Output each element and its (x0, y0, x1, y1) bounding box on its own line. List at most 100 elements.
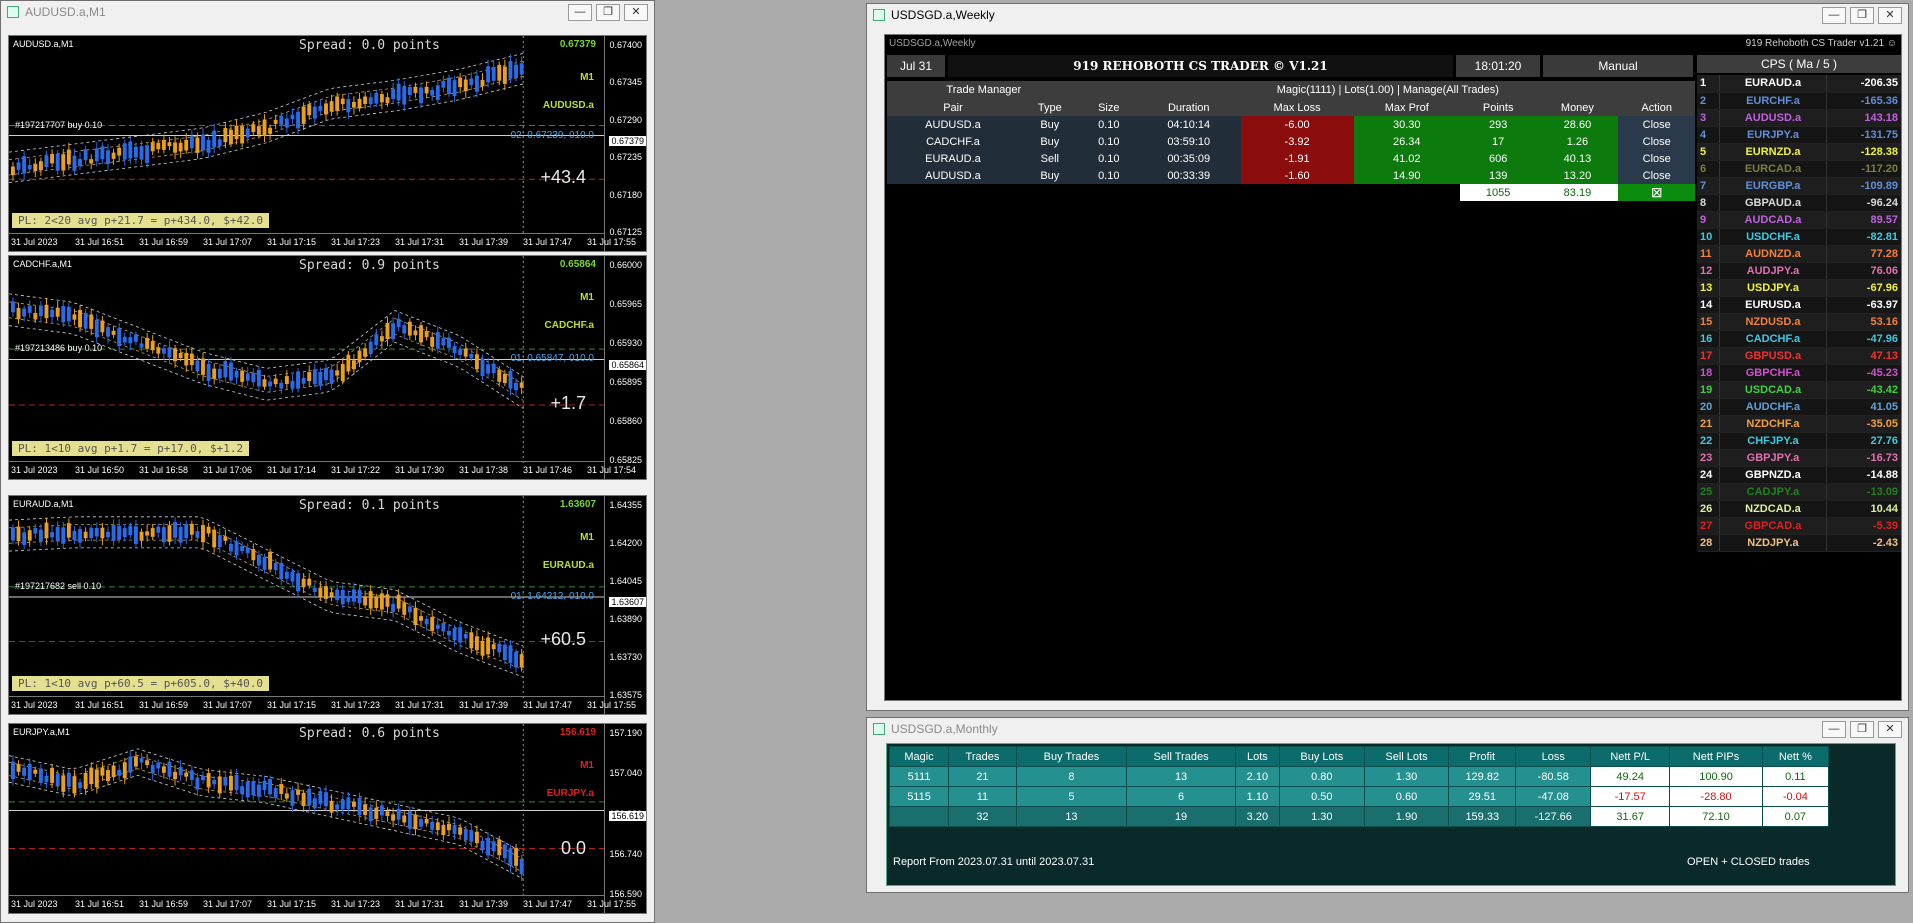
spread-label: Spread: 0.6 points (299, 726, 440, 741)
time-tick: 31 Jul 17:39 (459, 237, 509, 247)
candle-body (279, 115, 284, 125)
monthly-chart-canvas[interactable]: Magic Trades Buy Trades Sell Trades Lots Buy … (886, 743, 1896, 886)
candle-body (312, 106, 317, 119)
candle-body (441, 623, 446, 632)
price-chart[interactable]: AUDUSD.a,M1 Spread: 0.0 points 0.67379 M… (8, 35, 647, 252)
candle-body (385, 594, 390, 607)
candle-body (379, 94, 384, 103)
time-tick: 31 Jul 17:47 (523, 700, 573, 710)
candle-body (111, 330, 116, 335)
candle-body (396, 594, 401, 609)
candle-body (491, 841, 496, 852)
close-button[interactable]: ✕ (1878, 6, 1902, 24)
close-trade-button[interactable]: Close (1618, 167, 1695, 184)
monthly-cell: 19 (1126, 806, 1237, 827)
time-tick: 31 Jul 2023 (11, 465, 58, 475)
cps-value: -109.89 (1826, 177, 1901, 195)
candle-body (502, 644, 507, 661)
trade-cell: -3.92 (1240, 133, 1354, 150)
cps-rank: 25 (1697, 483, 1719, 501)
candle-body (396, 83, 401, 101)
cps-pair: GBPUSD.a (1718, 347, 1827, 365)
candle-body (212, 529, 217, 548)
maximize-button[interactable]: ❐ (596, 3, 620, 21)
minimize-button[interactable]: — (568, 3, 592, 21)
close-trade-button[interactable]: Close (1618, 133, 1695, 150)
candle-body (72, 314, 77, 320)
candle-body (161, 766, 166, 773)
candle-body (268, 551, 273, 570)
order-label: #197213486 buy 0.10 (15, 343, 103, 353)
candle-body (50, 532, 55, 538)
candle-body (307, 578, 312, 586)
current-price: 1.63607 (559, 499, 596, 510)
time-tick: 31 Jul 2023 (11, 237, 58, 247)
candle-body (189, 136, 194, 149)
candle-body (245, 547, 250, 554)
cps-rank: 8 (1697, 194, 1719, 212)
cps-row: 28 NZDJPY.a -2.43 (1697, 534, 1901, 552)
trade-cell: 14.90 (1353, 167, 1460, 184)
close-trade-button[interactable]: Close (1618, 116, 1695, 133)
candle-body (508, 61, 513, 79)
candle-body (290, 380, 295, 389)
candle-body (184, 353, 189, 366)
candle-body (284, 571, 289, 579)
time-tick: 31 Jul 17:31 (395, 700, 445, 710)
candle-body (307, 372, 312, 382)
cps-row: 8 GBPAUD.a -96.24 (1697, 194, 1901, 212)
candle-body (346, 596, 351, 602)
candle-body (11, 527, 15, 541)
candle-body (38, 161, 43, 171)
maximize-button[interactable]: ❐ (1850, 6, 1874, 24)
weekly-chart-canvas[interactable]: USDSGD.a,Weekly 919 Rehoboth CS Trader v… (884, 34, 1902, 701)
ma-band (9, 53, 524, 153)
candle-body (340, 98, 345, 105)
candle-body (391, 603, 396, 612)
candle-body (100, 527, 105, 539)
close-button[interactable]: ✕ (1878, 720, 1902, 738)
price-chart[interactable]: CADCHF.a,M1 Spread: 0.9 points 0.65864 M… (8, 255, 647, 480)
close-all-button[interactable]: ⊠ (1618, 184, 1695, 201)
weekly-titlebar[interactable]: USDSGD.a,Weekly — ❐ ✕ (867, 4, 1908, 26)
mode-button[interactable]: Manual (1543, 55, 1693, 77)
candle-body (391, 323, 396, 340)
close-button[interactable]: ✕ (624, 3, 648, 21)
cps-value: -13.09 (1826, 483, 1901, 501)
close-trade-button[interactable]: Close (1618, 150, 1695, 167)
cps-rank: 24 (1697, 466, 1719, 484)
cps-value: -128.38 (1826, 143, 1901, 161)
maximize-button[interactable]: ❐ (1850, 720, 1874, 738)
time-axis: 31 Jul 2023 31 Jul 16:51 31 Jul 16:59 31 Ju… (9, 895, 636, 913)
candle-body (474, 831, 479, 844)
cps-pair: GBPCHF.a (1718, 364, 1827, 382)
cps-rank: 20 (1697, 398, 1719, 416)
candle-body (519, 859, 524, 875)
monthly-titlebar[interactable]: USDSGD.a,Monthly — ❐ ✕ (867, 718, 1908, 740)
time-tick: 31 Jul 17:55 (587, 237, 637, 247)
left-titlebar[interactable]: AUDUSD.a,M1 — ❐ ✕ (1, 1, 654, 23)
candle-body (374, 597, 379, 608)
minimize-button[interactable]: — (1822, 720, 1846, 738)
candle-body (16, 526, 21, 542)
cps-value: -63.97 (1826, 296, 1901, 314)
time-tick: 31 Jul 17:54 (587, 465, 637, 475)
candle-body (363, 348, 368, 357)
candle-body (61, 154, 66, 171)
candle-body (480, 79, 485, 87)
cps-value: 143.18 (1826, 109, 1901, 127)
candle-body (122, 762, 127, 779)
price-chart[interactable]: EURJPY.a,M1 Spread: 0.6 points 156.619 M… (8, 723, 647, 914)
trade-row: AUDUSD.a Buy 0.10 04:10:14 -6.00 30.30 293 28.6… (887, 116, 1695, 133)
time-tick: 31 Jul 17:15 (267, 700, 317, 710)
candle-body (385, 97, 390, 104)
report-range: Report From 2023.07.31 until 2023.07.31 (893, 856, 1095, 868)
minimize-button[interactable]: — (1822, 6, 1846, 24)
candle-body (94, 528, 99, 537)
price-chart[interactable]: EURAUD.a,M1 Spread: 0.1 points 1.63607 M… (8, 495, 647, 715)
candle-body (290, 571, 295, 582)
weekly-window: USDSGD.a,Weekly — ❐ ✕ USDSGD.a,Weekly 91… (866, 3, 1909, 711)
candle-body (229, 129, 233, 145)
candle-body (340, 800, 345, 810)
time-axis: 31 Jul 2023 31 Jul 16:50 31 Jul 16:58 31 Ju… (9, 461, 636, 479)
